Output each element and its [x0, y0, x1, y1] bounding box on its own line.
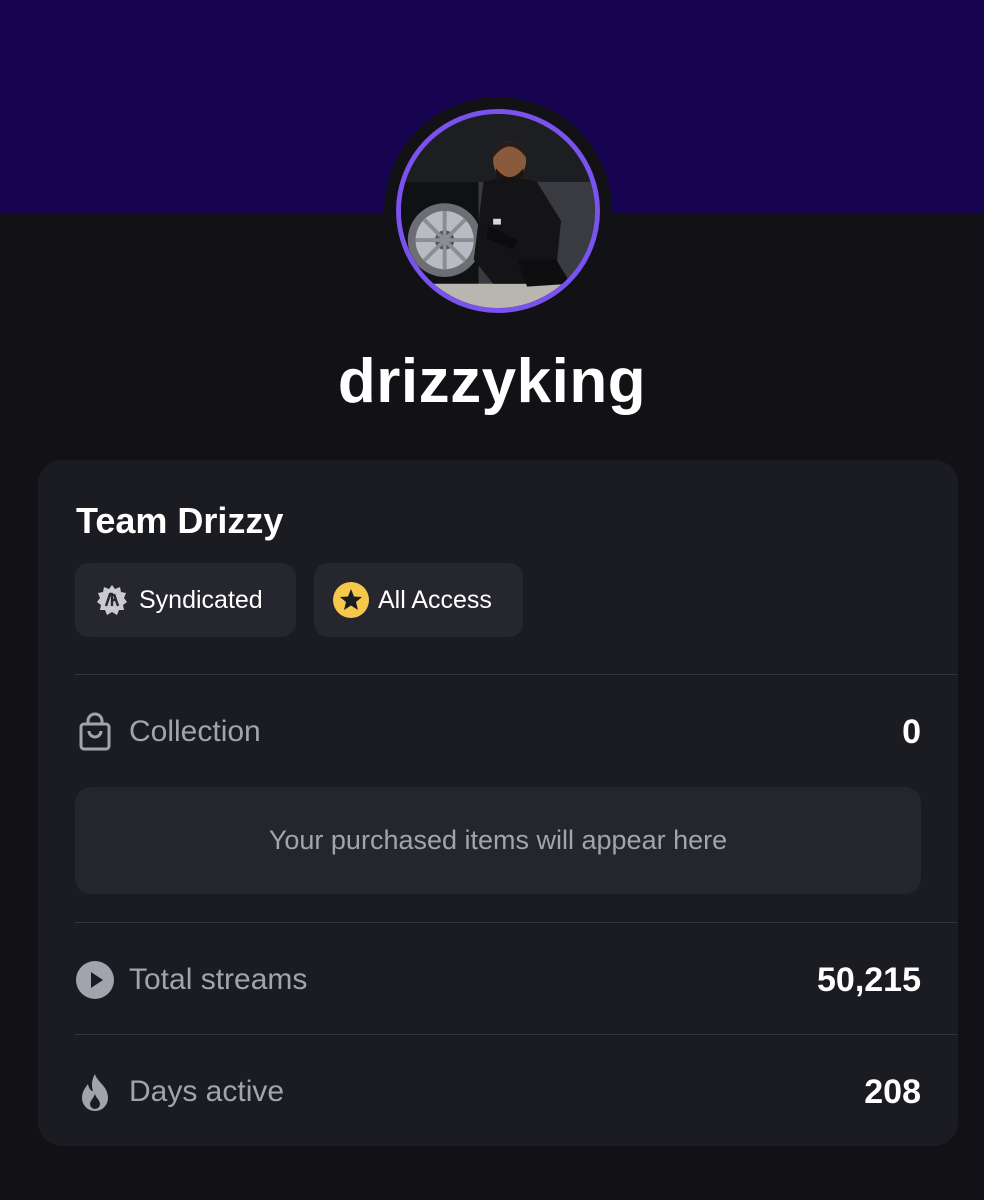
star-icon — [332, 581, 370, 619]
team-name: Team Drizzy — [76, 500, 284, 541]
collection-empty-state: Your purchased items will appear here — [75, 787, 921, 894]
profile-page: drizzyking Team Drizzy Syndicated All Ac… — [0, 0, 984, 1200]
divider — [75, 1034, 958, 1035]
all-access-label: All Access — [378, 585, 492, 614]
collection-label: Collection — [129, 715, 261, 748]
profile-card: Team Drizzy Syndicated All Access Collec… — [38, 460, 958, 1146]
divider — [75, 674, 958, 675]
total-streams-value: 50,215 — [817, 960, 921, 999]
username: drizzyking — [337, 347, 647, 416]
syndicated-badge-icon — [93, 581, 131, 619]
avatar[interactable] — [396, 109, 600, 313]
days-active-value: 208 — [864, 1072, 921, 1111]
collection-count: 0 — [902, 712, 921, 751]
shopping-bag-icon — [73, 710, 117, 754]
syndicated-badge[interactable]: Syndicated — [75, 563, 296, 637]
profile-photo — [401, 114, 595, 308]
divider — [75, 922, 958, 923]
avatar-container — [384, 97, 612, 325]
syndicated-label: Syndicated — [139, 585, 263, 614]
total-streams-label: Total streams — [129, 963, 308, 996]
play-icon — [73, 958, 117, 1002]
days-active-label: Days active — [129, 1075, 285, 1108]
collection-row[interactable]: Collection 0 — [75, 702, 921, 762]
flame-icon — [73, 1070, 117, 1114]
all-access-badge[interactable]: All Access — [314, 563, 523, 637]
total-streams-row: Total streams 50,215 — [75, 950, 921, 1010]
days-active-row: Days active 208 — [75, 1062, 921, 1122]
